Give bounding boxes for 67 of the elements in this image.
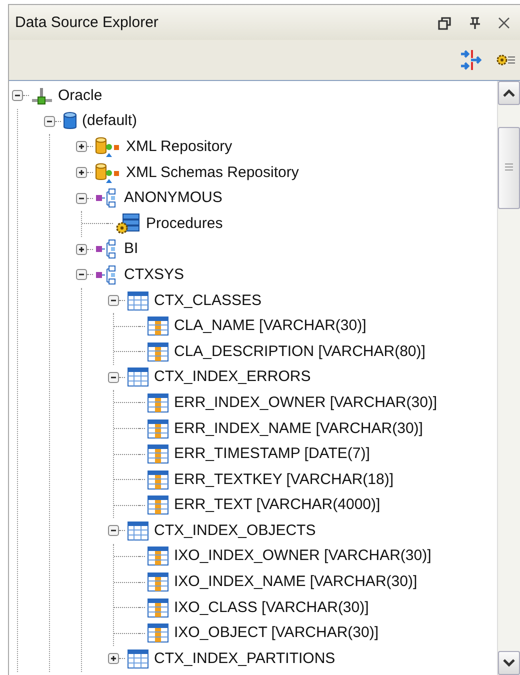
column-icon (147, 316, 169, 336)
table-icon (127, 648, 149, 669)
tree-item[interactable]: CTX_INDEX_PARTITIONS (154, 650, 336, 668)
tree-item[interactable]: CTX_INDEX_OBJECTS (154, 522, 316, 540)
collapse-toggle[interactable] (76, 269, 87, 280)
scrollbar[interactable] (497, 81, 520, 675)
gear-stack-icon (115, 212, 141, 235)
cylinder-icon (63, 111, 77, 132)
close-icon[interactable] (498, 16, 510, 28)
column-icon (147, 392, 169, 413)
tree-item[interactable]: ERR_TIMESTAMP [DATE(7)] (174, 445, 370, 464)
expand-toggle[interactable] (76, 244, 87, 255)
tree-item[interactable]: ERR_INDEX_NAME [VARCHAR(30)] (174, 420, 423, 438)
column-icon (147, 444, 169, 464)
column-icon (147, 495, 169, 516)
tree-item[interactable]: ANONYMOUS (124, 189, 222, 208)
tree-item[interactable]: CTXSYS (124, 266, 184, 284)
restore-icon[interactable] (438, 16, 452, 30)
tree-item[interactable]: XML Schemas Repository (126, 164, 299, 182)
table-icon (127, 367, 149, 388)
grip-icon (505, 163, 513, 173)
column-icon (147, 598, 169, 618)
tree-item[interactable]: XML Repository (126, 138, 232, 156)
arrows-icon[interactable] (460, 49, 484, 71)
collapse-toggle[interactable] (108, 295, 119, 306)
tree-item[interactable]: (default) (82, 112, 138, 130)
tree-item[interactable]: CTX_INDEX_ERRORS (154, 368, 311, 386)
table-icon (127, 520, 149, 541)
tree-item[interactable]: IXO_INDEX_NAME [VARCHAR(30)] (174, 573, 418, 592)
tree-item[interactable]: CLA_NAME [VARCHAR(30)] (174, 317, 366, 336)
collapse-toggle[interactable] (108, 372, 119, 383)
tree-item[interactable]: CLA_DESCRIPTION [VARCHAR(80)] (174, 342, 426, 361)
tree-item[interactable]: CTX_CLASSES (154, 292, 262, 310)
gear-menu-icon[interactable] (496, 53, 516, 67)
tree-item[interactable]: IXO_CLASS [VARCHAR(30)] (174, 598, 369, 617)
scroll-thumb[interactable] (498, 127, 520, 209)
tree-item[interactable]: IXO_OBJECT [VARCHAR(30)] (174, 624, 378, 642)
collapse-toggle[interactable] (108, 525, 119, 536)
expand-toggle[interactable] (76, 141, 87, 152)
tree-item[interactable]: Procedures (146, 214, 223, 233)
tree-item[interactable]: ERR_TEXT [VARCHAR(4000)] (174, 496, 380, 514)
tree-item[interactable]: ERR_TEXTKEY [VARCHAR(18)] (174, 470, 394, 489)
column-icon (147, 470, 169, 490)
column-icon (147, 572, 169, 592)
plug-icon (31, 86, 53, 105)
collapse-toggle[interactable] (12, 90, 23, 102)
column-icon (147, 546, 169, 566)
collapse-toggle[interactable] (76, 192, 87, 204)
tree-item[interactable]: IXO_INDEX_OWNER [VARCHAR(30)] (174, 547, 432, 566)
collapse-toggle[interactable] (44, 116, 55, 127)
expand-toggle[interactable] (108, 653, 119, 664)
chevron-up-icon (503, 89, 515, 97)
column-icon (147, 342, 169, 362)
scroll-up-button[interactable] (498, 81, 520, 105)
column-icon (147, 418, 169, 439)
pin-icon[interactable] (468, 16, 482, 30)
column-icon (147, 623, 169, 644)
panel-title: Data Source Explorer (15, 14, 158, 31)
scroll-down-button[interactable] (498, 651, 520, 675)
tree-item[interactable]: Oracle (58, 86, 102, 105)
cylinder-nodes-icon (95, 136, 121, 158)
cylinder-nodes-icon (95, 162, 121, 184)
tree-item[interactable]: BI (124, 240, 138, 258)
table-icon (127, 290, 149, 311)
tree-item[interactable]: ERR_INDEX_OWNER [VARCHAR(30)] (174, 394, 438, 412)
expand-toggle[interactable] (76, 167, 87, 178)
chevron-down-icon (503, 659, 515, 667)
